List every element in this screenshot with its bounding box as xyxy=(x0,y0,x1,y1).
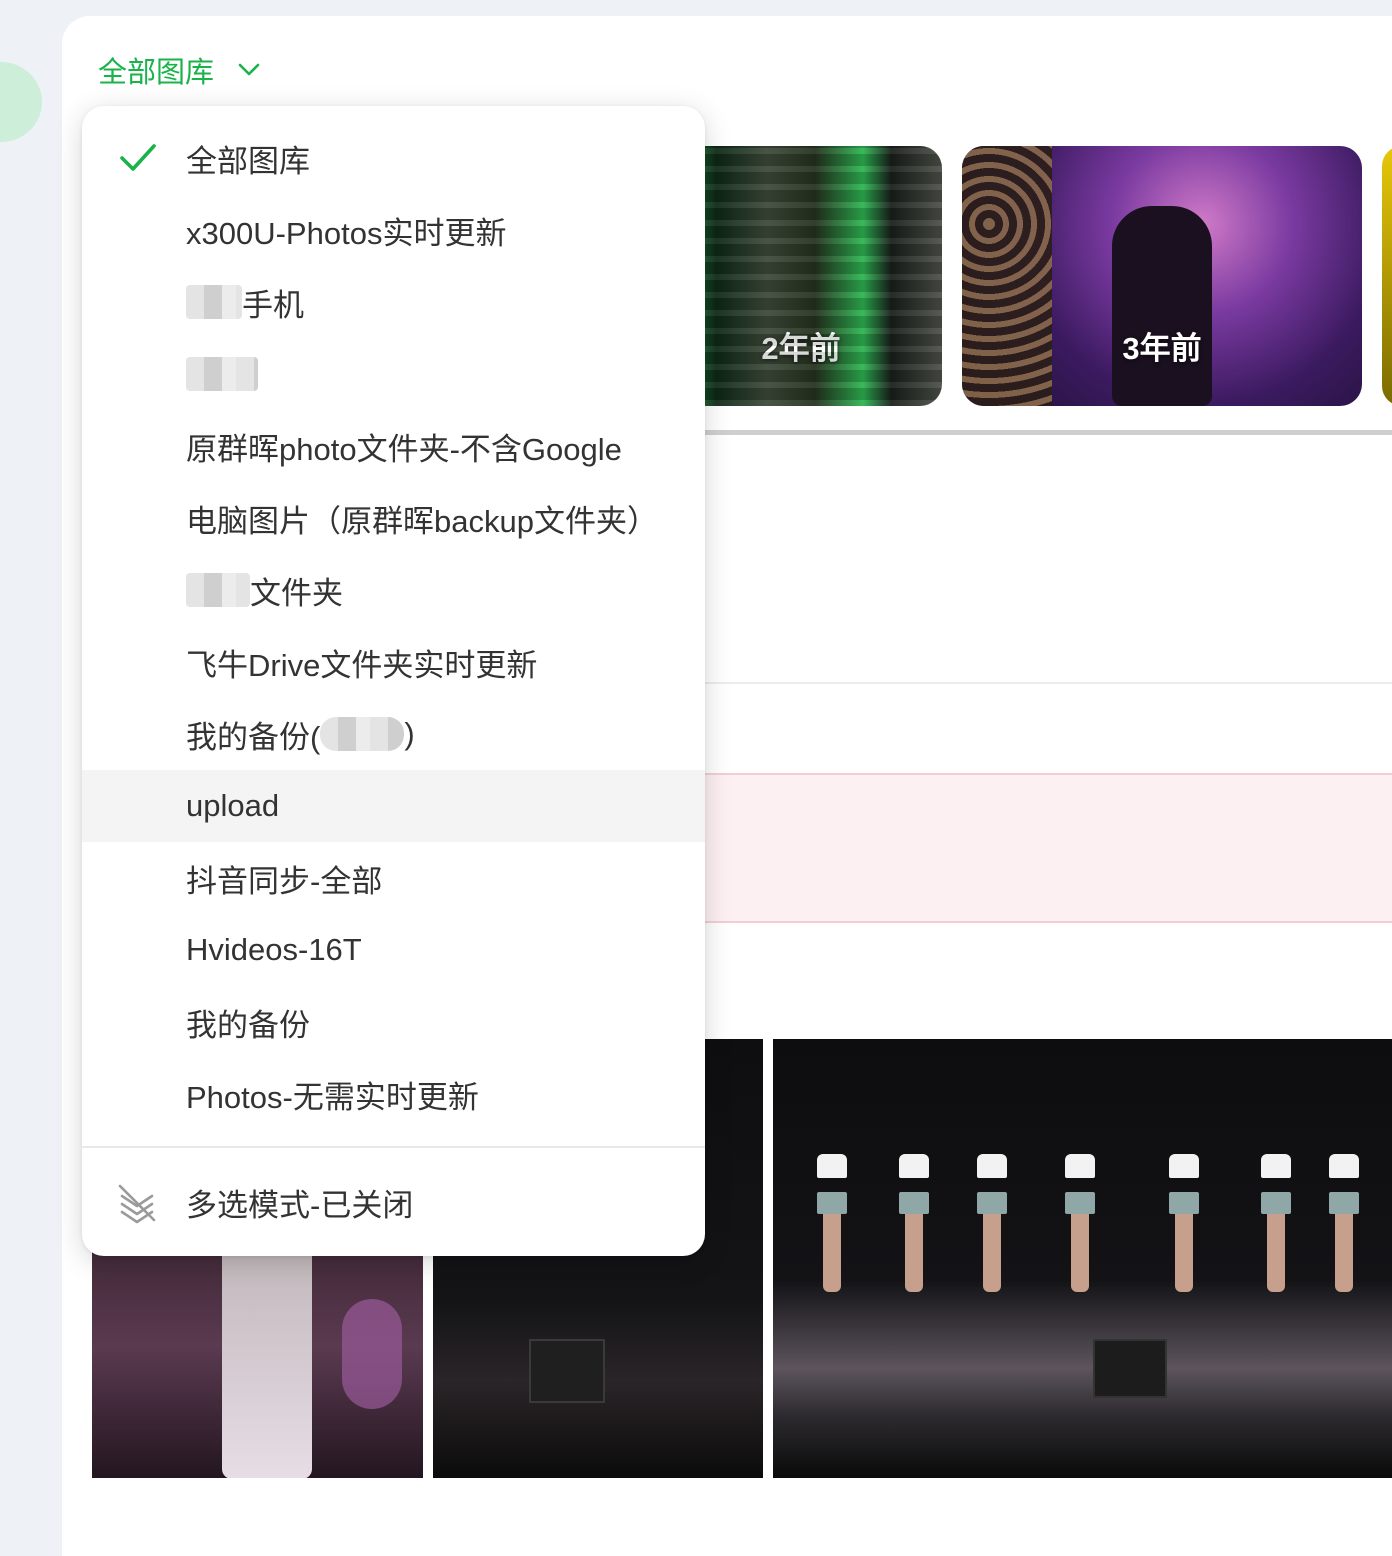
photo-figure xyxy=(817,1154,847,1314)
redacted-text xyxy=(186,573,250,607)
library-option[interactable]: 飞牛Drive文件夹实时更新 xyxy=(82,626,705,698)
library-option[interactable]: 全部图库 xyxy=(82,122,705,194)
chevron-down-icon xyxy=(238,59,260,81)
photo-figure xyxy=(1329,1154,1359,1314)
photo-stage-speaker xyxy=(1093,1339,1167,1398)
checkmark-icon xyxy=(118,140,158,176)
library-option-label: x300U-Photos实时更新 xyxy=(186,215,507,251)
photo-thumbnail[interactable] xyxy=(773,1039,1392,1478)
library-option-label-suffix: ) xyxy=(404,716,415,751)
library-option-label: 我的备份 xyxy=(186,1007,310,1043)
library-option-label: Photos-无需实时更新 xyxy=(186,1079,479,1115)
library-option[interactable] xyxy=(82,338,705,410)
redacted-text xyxy=(186,285,242,319)
memory-card-age: 3年前 xyxy=(1122,331,1202,366)
photo-figure xyxy=(1261,1154,1291,1314)
library-option[interactable]: 抖音同步-全部 xyxy=(82,842,705,914)
library-option-label: 抖音同步-全部 xyxy=(186,863,383,899)
library-option-label: 飞牛Drive文件夹实时更新 xyxy=(186,647,538,683)
redacted-text xyxy=(320,717,405,751)
photo-figure xyxy=(977,1154,1007,1314)
library-option[interactable]: 电脑图片（原群晖backup文件夹） xyxy=(82,482,705,554)
library-option-label: 手机 xyxy=(242,287,304,323)
library-option[interactable]: upload xyxy=(82,770,705,842)
library-option-label: 全部图库 xyxy=(186,143,310,179)
library-option-label: upload xyxy=(186,788,280,823)
library-option[interactable]: 我的备份 xyxy=(82,986,705,1058)
library-option-label: 电脑图片（原群晖backup文件夹） xyxy=(186,503,658,539)
library-option[interactable]: Hvideos-16T xyxy=(82,914,705,986)
library-option-label: Hvideos-16T xyxy=(186,932,362,967)
library-option-label: 我的备份( xyxy=(186,719,321,755)
library-option[interactable]: Photos-无需实时更新 xyxy=(82,1058,705,1130)
photo-figure xyxy=(899,1154,929,1314)
memory-card[interactable]: 3年前 xyxy=(962,146,1362,406)
carousel-scrollbar[interactable] xyxy=(700,430,1392,435)
library-option[interactable]: 我的备份( ) xyxy=(82,698,705,770)
multi-select-off-icon xyxy=(116,1182,158,1224)
memory-card[interactable] xyxy=(1382,146,1392,406)
sidebar-avatar[interactable] xyxy=(0,62,42,142)
photo-figure xyxy=(1065,1154,1095,1314)
library-option[interactable]: x300U-Photos实时更新 xyxy=(82,194,705,266)
library-selector-label: 全部图库 xyxy=(98,57,215,89)
multi-select-toggle[interactable]: 多选模式-已关闭 xyxy=(82,1166,705,1238)
photo-figure xyxy=(1169,1154,1199,1314)
library-option-label: 原群晖photo文件夹-不含Google xyxy=(186,431,622,467)
dropdown-divider xyxy=(82,1146,705,1148)
redacted-text xyxy=(186,357,258,391)
library-option-label: 文件夹 xyxy=(250,575,343,611)
library-option[interactable]: 手机 xyxy=(82,266,705,338)
section-divider xyxy=(700,682,1392,684)
notice-banner xyxy=(700,773,1392,923)
library-selector[interactable]: 全部图库 xyxy=(98,48,260,92)
library-dropdown-menu: 全部图库 x300U-Photos实时更新 手机 原群晖photo文件夹-不含G… xyxy=(82,106,705,1256)
library-option[interactable]: 原群晖photo文件夹-不含Google xyxy=(82,410,705,482)
library-option[interactable]: 文件夹 xyxy=(82,554,705,626)
multi-select-label: 多选模式-已关闭 xyxy=(186,1187,414,1223)
